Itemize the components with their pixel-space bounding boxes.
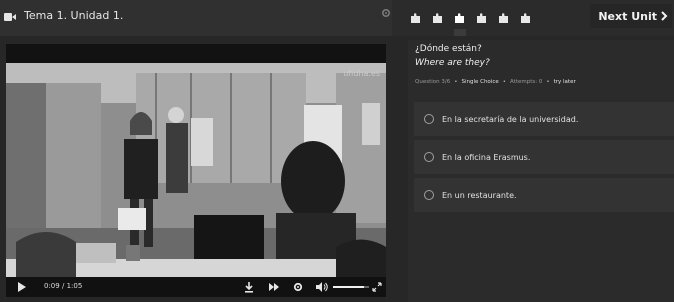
fast-forward-icon[interactable] — [268, 281, 280, 293]
next-unit-label: Next Unit — [598, 9, 657, 23]
question-type: Single Choice — [461, 79, 499, 85]
video-frame[interactable]: ufidha.es — [6, 63, 386, 277]
answer-option[interactable]: En la secretaría de la universidad. — [414, 102, 674, 136]
question-number: Question 3/6 — [415, 79, 451, 85]
volume-level-fill — [333, 286, 364, 288]
chevron-right-icon — [661, 11, 668, 21]
step-2-button[interactable] — [430, 9, 446, 27]
attempts-count: Attempts: 0 — [510, 79, 543, 85]
question-prompt-english: Where are they? — [415, 58, 490, 68]
meta-separator: • — [454, 79, 458, 85]
answer-option[interactable]: En la oficina Erasmus. — [414, 140, 674, 174]
question-prompt-spanish: ¿Dónde están? — [415, 44, 482, 54]
lesson-title: Tema 1. Unidad 1. — [24, 9, 124, 22]
video-still-image — [6, 63, 386, 277]
time-separator: / — [61, 282, 65, 290]
answer-option-label: En un restaurante. — [442, 190, 517, 200]
step-4-button[interactable] — [474, 9, 490, 27]
puzzle-piece-icon — [499, 13, 508, 23]
volume-slider[interactable] — [333, 286, 369, 288]
question-panel: ¿Dónde están? Where are they? Question 3… — [408, 40, 674, 302]
video-watermark: ufidha.es — [343, 69, 380, 78]
video-camera-icon — [4, 13, 16, 21]
video-letterbox — [6, 44, 386, 63]
volume-icon[interactable] — [315, 281, 329, 293]
try-later-link[interactable]: try later — [554, 79, 576, 85]
meta-separator: • — [502, 79, 506, 85]
unit-step-navigation — [408, 9, 534, 36]
download-icon[interactable] — [244, 281, 254, 293]
answer-option[interactable]: En un restaurante. — [414, 178, 674, 212]
step-5-button[interactable] — [496, 9, 512, 27]
fullscreen-icon[interactable] — [372, 281, 382, 293]
top-bar: Tema 1. Unidad 1. Next Unit — [0, 0, 674, 36]
radio-button[interactable] — [424, 114, 434, 124]
answer-option-label: En la secretaría de la universidad. — [442, 114, 579, 124]
step-6-button[interactable] — [518, 9, 534, 27]
video-controls: 0:09 / 1:05 — [6, 277, 386, 297]
video-player[interactable]: ufidha.es 0:09 / 1:05 — [6, 44, 386, 297]
step-1-button[interactable] — [408, 9, 424, 27]
next-unit-button[interactable]: Next Unit — [590, 4, 672, 28]
step-3-button-current[interactable] — [452, 9, 468, 36]
settings-gear-icon[interactable] — [293, 281, 303, 293]
puzzle-piece-icon — [433, 13, 442, 23]
radio-button[interactable] — [424, 152, 434, 162]
answer-option-label: En la oficina Erasmus. — [442, 152, 531, 162]
play-icon[interactable] — [17, 281, 27, 293]
lesson-player: Tema 1. Unidad 1. Next Unit ufidha.es 0:… — [0, 0, 674, 302]
gear-icon[interactable] — [381, 8, 391, 18]
radio-button[interactable] — [424, 190, 434, 200]
puzzle-piece-icon — [411, 13, 420, 23]
question-meta: Question 3/6 • Single Choice • Attempts:… — [415, 79, 576, 85]
puzzle-piece-icon — [455, 13, 464, 23]
time-total: 1:05 — [66, 282, 83, 290]
meta-separator: • — [546, 79, 550, 85]
lesson-header: Tema 1. Unidad 1. — [0, 0, 392, 36]
time-current: 0:09 — [44, 282, 60, 290]
puzzle-piece-icon — [521, 13, 530, 23]
puzzle-piece-icon — [477, 13, 486, 23]
playback-time: 0:09 / 1:05 — [44, 282, 82, 290]
